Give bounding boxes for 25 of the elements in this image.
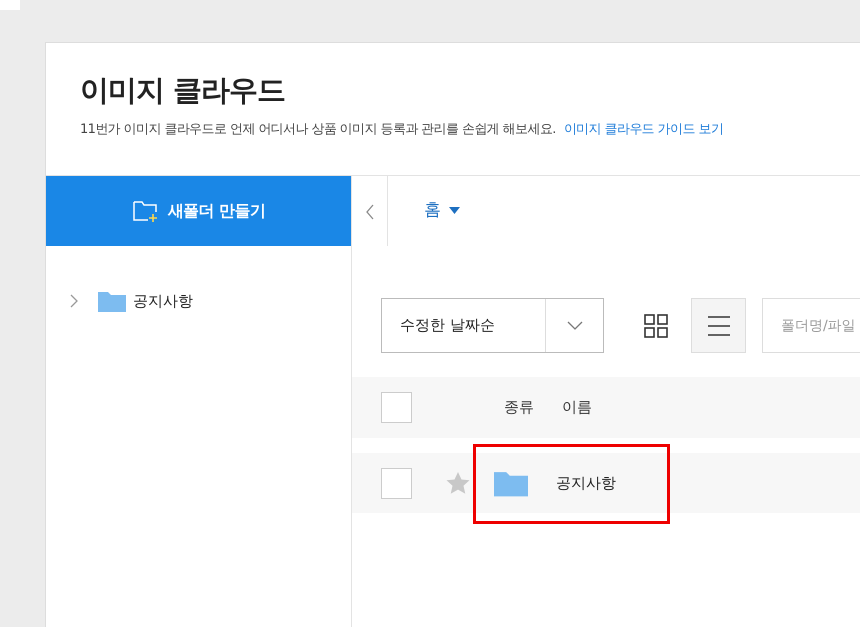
guide-link[interactable]: 이미지 클라우드 가이드 보기 <box>564 122 724 137</box>
column-header: 종류 <box>504 397 534 418</box>
page-title: 이미지 클라우드 <box>80 73 286 108</box>
search-field[interactable]: 폴더명/파일 <box>762 298 860 353</box>
chevron-down-icon <box>566 321 582 330</box>
caret-icon <box>449 207 460 215</box>
table-row[interactable]: 공지사항 <box>352 453 860 513</box>
folder-icon <box>98 290 126 312</box>
select-all-checkbox[interactable] <box>381 392 412 423</box>
new-folder-icon <box>132 199 160 223</box>
file-name[interactable]: 공지사항 <box>556 472 616 494</box>
row-checkbox[interactable] <box>381 468 412 498</box>
list-icon <box>708 316 730 336</box>
grid-icon <box>644 314 668 338</box>
description-text: 11번가 이미지 클라우드로 언제 어디서나 상품 이미지 등록과 관리를 손쉽게 해보세요. <box>80 122 556 137</box>
tree-item-label[interactable]: 공지사항 <box>133 290 193 312</box>
star-icon[interactable] <box>446 472 470 494</box>
column-header: 이름 <box>562 397 592 418</box>
chevron-right-icon[interactable] <box>68 294 80 308</box>
new-folder-button[interactable]: 새폴더 만들기 <box>46 176 351 246</box>
breadcrumb-home[interactable]: 홈 <box>418 197 466 225</box>
sort-select[interactable]: 수정한 날짜순 <box>381 298 604 353</box>
list-view-button[interactable] <box>691 298 746 353</box>
folder-icon <box>494 469 528 497</box>
chevron-left-icon <box>364 202 374 221</box>
